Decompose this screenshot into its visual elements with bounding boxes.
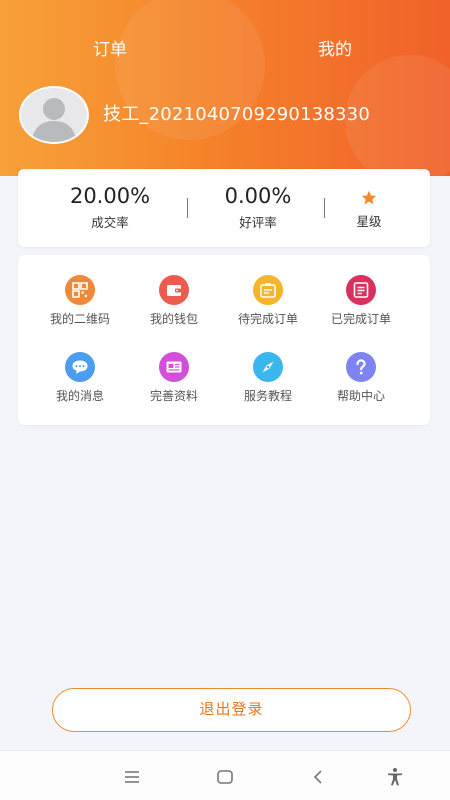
default-avatar-icon — [31, 98, 77, 142]
grid-item-my-wallet[interactable]: 我的钱包 — [129, 275, 219, 335]
compass-icon — [253, 352, 283, 382]
menu-icon[interactable] — [120, 765, 144, 789]
wallet-icon — [159, 275, 189, 305]
stat-divider — [324, 198, 325, 218]
stat-star-level: 星级 — [336, 169, 402, 247]
stat-value: 20.00% — [69, 184, 151, 208]
completed-order-icon — [346, 275, 376, 305]
grid-item-help-center[interactable]: 帮助中心 — [316, 352, 406, 412]
grid-item-pending-orders[interactable]: 待完成订单 — [223, 275, 313, 335]
back-icon[interactable] — [307, 765, 331, 789]
stats-card: 20.00% 成交率 0.00% 好评率 星级 — [18, 169, 430, 247]
grid-item-label: 帮助中心 — [336, 389, 385, 403]
grid-item-completed-orders[interactable]: 已完成订单 — [316, 275, 406, 335]
tab-orders[interactable]: 订单 — [93, 38, 127, 62]
qr-code-icon — [65, 275, 95, 305]
profile-card-icon — [159, 352, 189, 382]
star-icon — [361, 190, 377, 205]
grid-item-complete-profile[interactable]: 完善资料 — [129, 352, 219, 412]
grid-item-service-tutorial[interactable]: 服务教程 — [223, 352, 313, 412]
accessibility-icon[interactable] — [383, 765, 407, 789]
stat-deal-rate: 20.00% 成交率 — [50, 169, 170, 247]
stat-label: 星级 — [356, 214, 382, 229]
pending-order-icon — [253, 275, 283, 305]
stat-positive-rate: 0.00% 好评率 — [208, 169, 308, 247]
top-tab-bar: 订单 我的 — [0, 38, 450, 62]
message-icon — [65, 352, 95, 382]
grid-item-my-messages[interactable]: 我的消息 — [35, 352, 125, 412]
home-icon[interactable] — [213, 765, 237, 789]
username: 技工_2021040709290138330 — [103, 104, 370, 125]
system-navigation-bar — [0, 750, 450, 800]
profile-header: 订单 我的 技工_2021040709290138330 — [0, 0, 450, 176]
stat-divider — [187, 198, 188, 218]
help-icon — [346, 352, 376, 382]
grid-item-my-qr-code[interactable]: 我的二维码 — [35, 275, 125, 335]
grid-item-label: 已完成订单 — [330, 312, 391, 326]
avatar[interactable] — [19, 86, 89, 144]
feature-grid: 我的二维码 我的钱包 待完成订单 已完成订单 我的消息 完善资料 服务教程 帮助… — [18, 255, 430, 425]
tab-mine[interactable]: 我的 — [318, 38, 352, 62]
stat-label: 好评率 — [239, 215, 277, 230]
stat-value: 0.00% — [224, 184, 292, 208]
stat-label: 成交率 — [91, 215, 129, 230]
logout-button[interactable]: 退出登录 — [52, 688, 411, 732]
